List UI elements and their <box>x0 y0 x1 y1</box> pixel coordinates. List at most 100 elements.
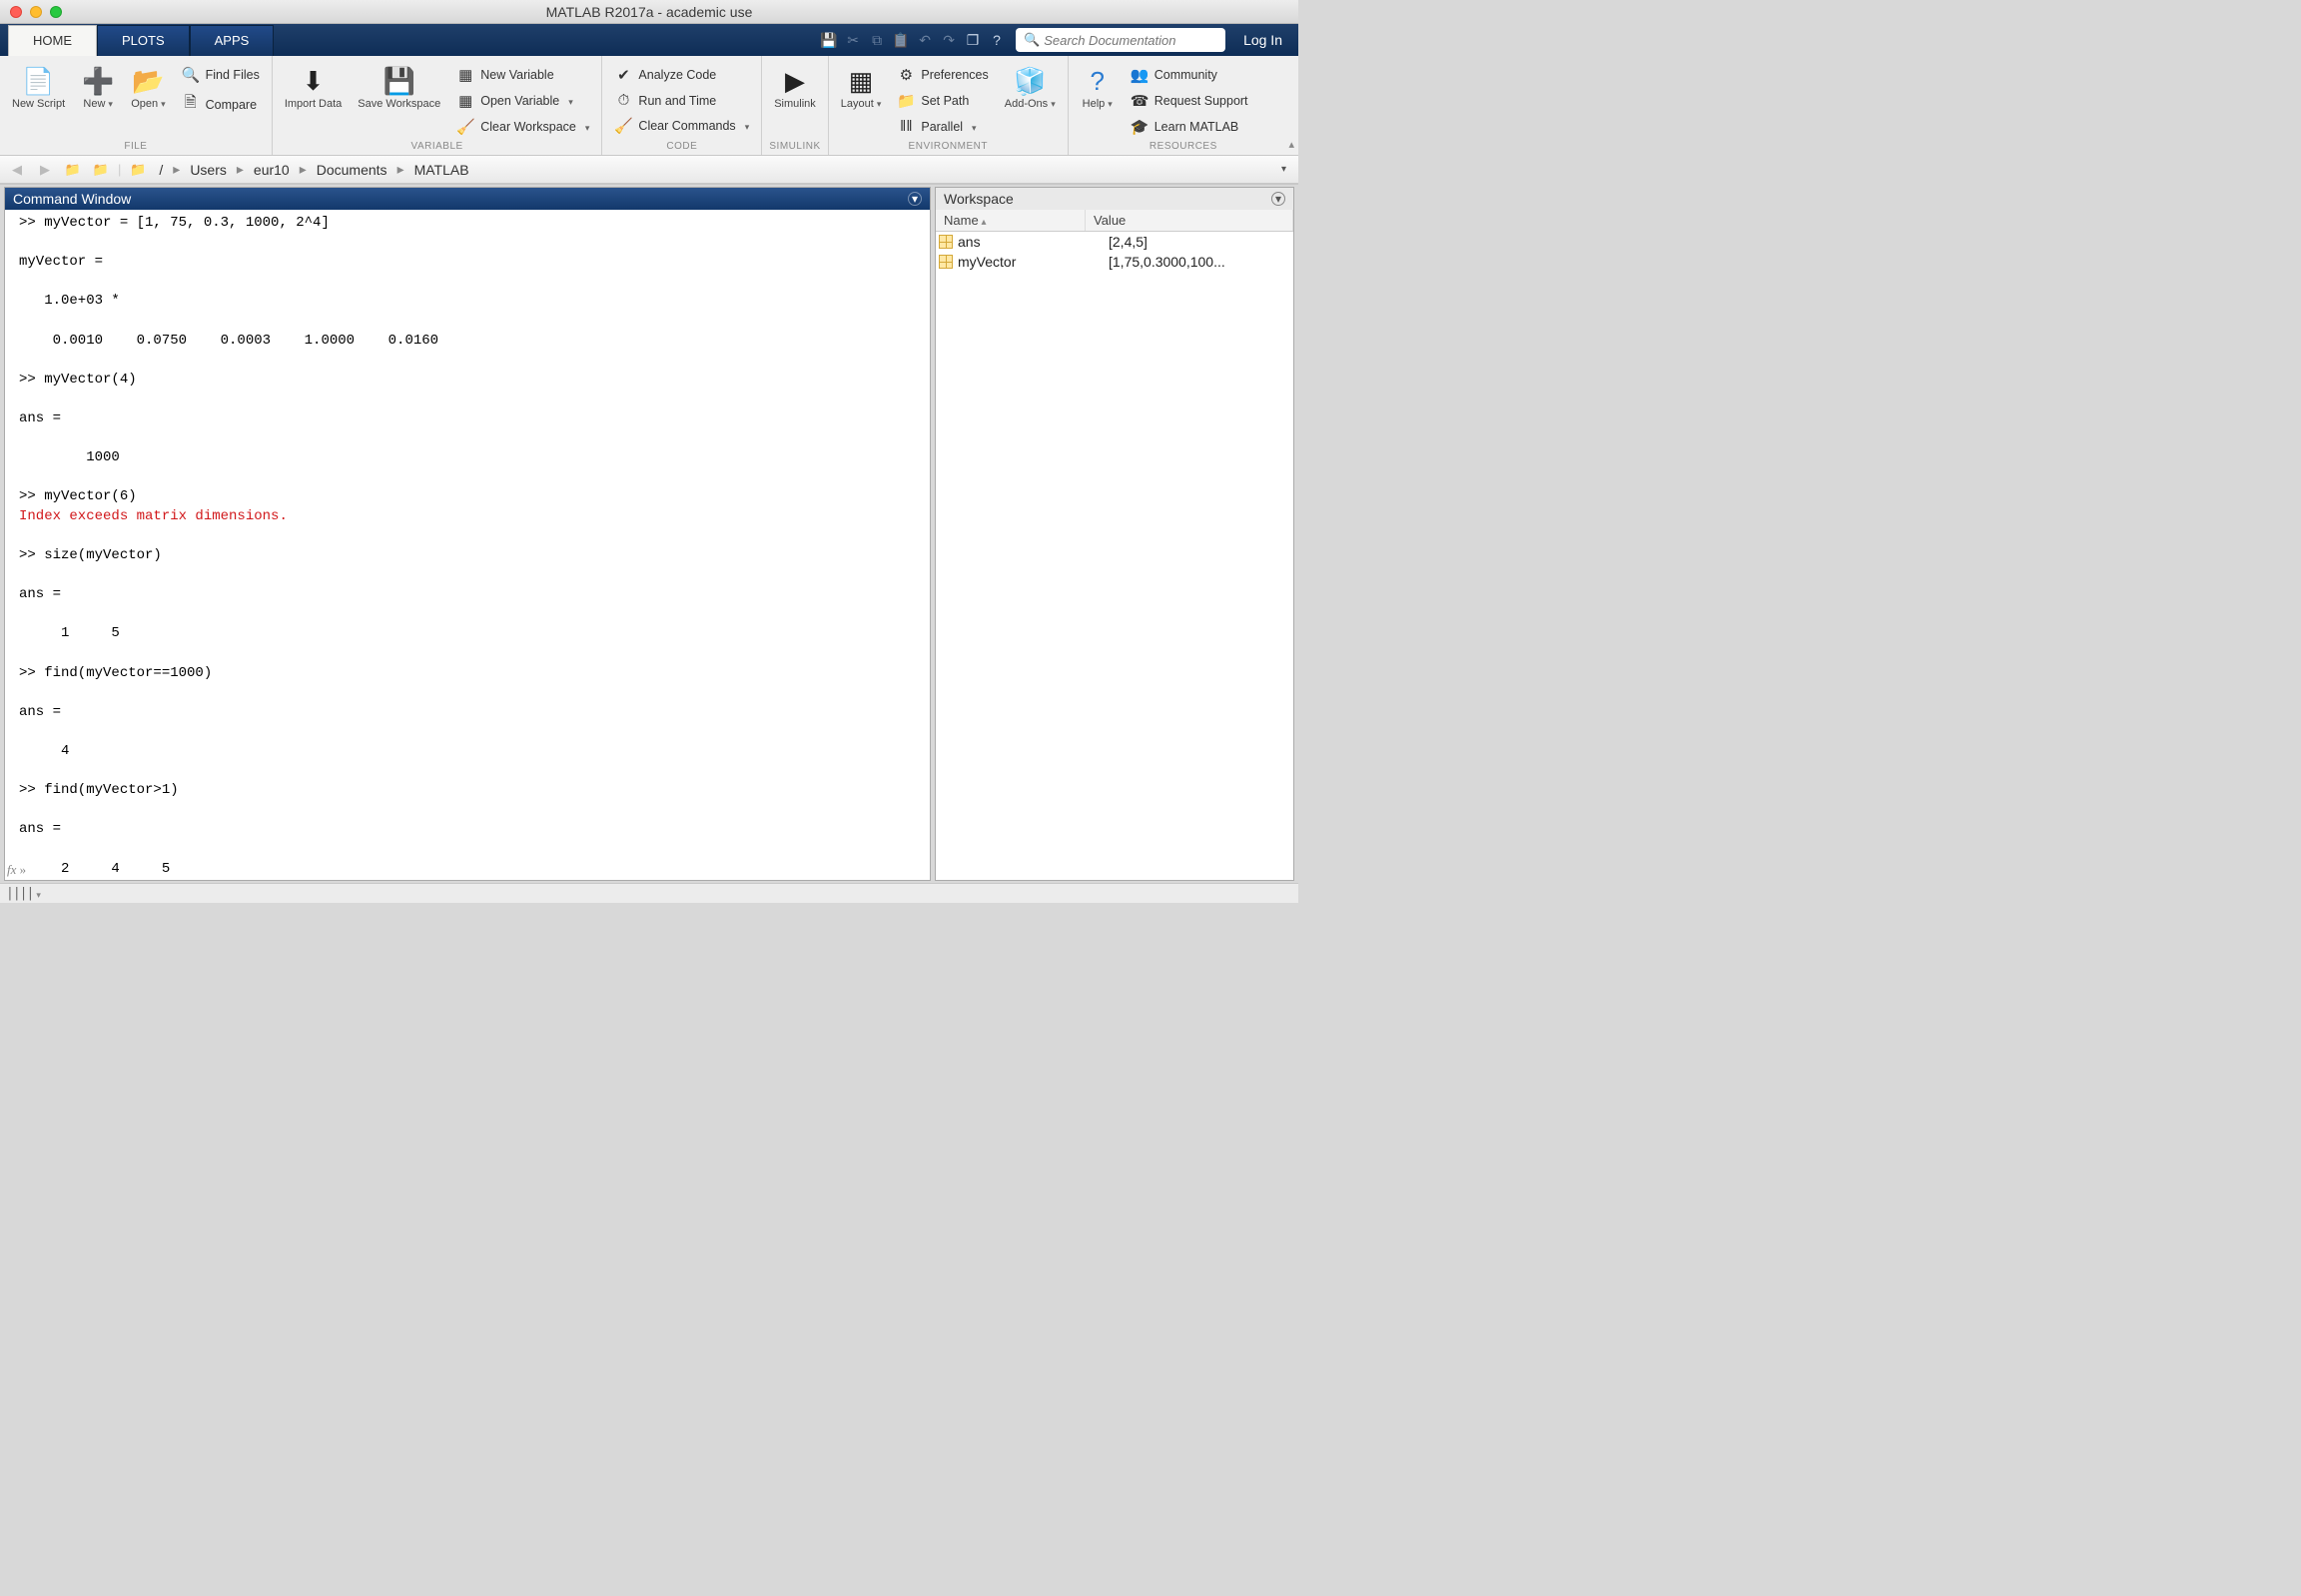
compare-icon: 🗎 <box>182 92 200 117</box>
new-variable-icon: ▦ <box>456 66 474 84</box>
copy-icon[interactable]: ⧉ <box>866 29 888 51</box>
panel-menu-icon[interactable]: ▾ <box>1271 192 1285 206</box>
command-window-panel: Command Window ▾ >> myVector = [1, 75, 0… <box>4 187 931 881</box>
run-and-time-button[interactable]: ⏱ Run and Time <box>608 90 755 111</box>
ribbon: 📄 New Script ➕ New 📂 Open 🔍 Find Files 🗎… <box>0 56 1298 156</box>
crumb-matlab[interactable]: MATLAB <box>410 160 473 180</box>
group-file: 📄 New Script ➕ New 📂 Open 🔍 Find Files 🗎… <box>0 56 273 155</box>
window-title: MATLAB R2017a - academic use <box>0 4 1298 20</box>
variable-value: [1,75,0.3000,100... <box>1101 254 1293 270</box>
group-code: ✔ Analyze Code ⏱ Run and Time 🧹 Clear Co… <box>602 56 762 155</box>
new-button[interactable]: ➕ New <box>75 60 121 114</box>
clear-workspace-button[interactable]: 🧹 Clear Workspace <box>450 116 595 138</box>
parallel-button[interactable]: ‖‖ Parallel <box>891 116 994 137</box>
open-variable-button[interactable]: ▦ Open Variable <box>450 90 595 112</box>
variable-icon <box>936 234 956 250</box>
community-button[interactable]: 👥 Community <box>1125 64 1254 86</box>
layout-button[interactable]: ▦ Layout <box>835 60 888 114</box>
crumb-user[interactable]: eur10 <box>250 160 294 180</box>
paste-icon[interactable]: 📋 <box>890 29 912 51</box>
panel-menu-icon[interactable]: ▾ <box>908 192 922 206</box>
find-files-button[interactable]: 🔍 Find Files <box>176 64 266 86</box>
help-quick-icon[interactable]: ? <box>986 29 1008 51</box>
group-label-code: CODE <box>608 138 755 155</box>
path-toolbar: ◀ ▶ 📁 📁 | 📁 /▸ Users▸ eur10▸ Documents▸ … <box>0 156 1298 184</box>
clear-commands-button[interactable]: 🧹 Clear Commands <box>608 115 755 137</box>
preferences-button[interactable]: ⚙ Preferences <box>891 64 994 86</box>
search-input[interactable] <box>1044 33 1217 48</box>
open-folder-icon: 📂 <box>132 64 164 98</box>
tab-home[interactable]: HOME <box>8 25 97 56</box>
login-button[interactable]: Log In <box>1233 32 1292 48</box>
open-variable-icon: ▦ <box>456 92 474 110</box>
learn-matlab-button[interactable]: 🎓 Learn MATLAB <box>1125 116 1254 138</box>
simulink-icon: ▶ <box>785 64 805 98</box>
fx-prompt-icon[interactable]: fx » <box>7 862 26 878</box>
browse-folder-button[interactable]: 📁 <box>90 159 112 181</box>
support-icon: ☎ <box>1131 92 1149 110</box>
addons-button[interactable]: 🧊 Add-Ons <box>999 60 1062 114</box>
group-variable: ⬇ Import Data 💾 Save Workspace ▦ New Var… <box>273 56 603 155</box>
col-value[interactable]: Value <box>1086 210 1293 231</box>
workspace-title[interactable]: Workspace ▾ <box>936 188 1293 210</box>
tab-plots[interactable]: PLOTS <box>97 25 190 56</box>
crumb-users[interactable]: Users <box>186 160 231 180</box>
save-workspace-button[interactable]: 💾 Save Workspace <box>352 60 446 114</box>
help-icon: ? <box>1090 64 1104 98</box>
community-icon: 👥 <box>1131 66 1149 84</box>
group-environment: ▦ Layout ⚙ Preferences 📁 Set Path ‖‖ Par… <box>829 56 1069 155</box>
search-documentation[interactable]: 🔍 <box>1016 28 1225 52</box>
up-folder-button[interactable]: 📁 <box>62 159 84 181</box>
layout-icon: ▦ <box>849 64 874 98</box>
simulink-button[interactable]: ▶ Simulink <box>768 60 822 114</box>
addons-icon: 🧊 <box>1014 64 1046 98</box>
redo-icon[interactable]: ↷ <box>938 29 960 51</box>
compare-button[interactable]: 🗎 Compare <box>176 90 266 119</box>
variable-name: ans <box>956 234 1101 250</box>
switch-windows-icon[interactable]: ❐ <box>962 29 984 51</box>
command-window-body[interactable]: >> myVector = [1, 75, 0.3, 1000, 2^4] my… <box>5 210 930 880</box>
workspace-row[interactable]: myVector[1,75,0.3000,100... <box>936 252 1293 272</box>
path-icon: 📁 <box>897 92 915 110</box>
analyze-icon: ✔ <box>614 66 632 84</box>
crumb-root[interactable]: / <box>155 160 167 180</box>
tab-apps[interactable]: APPS <box>190 25 275 56</box>
mac-titlebar: MATLAB R2017a - academic use <box>0 0 1298 24</box>
import-icon: ⬇ <box>303 64 325 98</box>
new-script-button[interactable]: 📄 New Script <box>6 60 71 114</box>
parallel-icon: ‖‖ <box>897 118 915 135</box>
workspace-row[interactable]: ans[2,4,5] <box>936 232 1293 252</box>
main-area: Command Window ▾ >> myVector = [1, 75, 0… <box>0 184 1298 883</box>
quick-access-toolbar: 💾 ✂ ⧉ 📋 ↶ ↷ ❐ ? 🔍 Log In <box>818 27 1292 53</box>
breadcrumb: /▸ Users▸ eur10▸ Documents▸ MATLAB <box>155 160 472 180</box>
command-window-title[interactable]: Command Window ▾ <box>5 188 930 210</box>
undo-icon[interactable]: ↶ <box>914 29 936 51</box>
path-dropdown-icon[interactable]: ▾ <box>1275 164 1292 175</box>
analyze-code-button[interactable]: ✔ Analyze Code <box>608 64 755 86</box>
forward-button[interactable]: ▶ <box>34 159 56 181</box>
current-folder-icon[interactable]: 📁 <box>127 159 149 181</box>
save-quick-icon[interactable]: 💾 <box>818 29 840 51</box>
group-label-environment: ENVIRONMENT <box>835 138 1062 155</box>
crumb-documents[interactable]: Documents <box>313 160 391 180</box>
new-variable-button[interactable]: ▦ New Variable <box>450 64 595 86</box>
import-data-button[interactable]: ⬇ Import Data <box>279 60 348 114</box>
search-icon: 🔍 <box>1024 32 1040 48</box>
learn-icon: 🎓 <box>1131 118 1149 136</box>
workspace-header: Name Value <box>936 210 1293 232</box>
request-support-button[interactable]: ☎ Request Support <box>1125 90 1254 112</box>
workspace-panel: Workspace ▾ Name Value ans[2,4,5]myVecto… <box>935 187 1294 881</box>
clear-commands-icon: 🧹 <box>614 117 632 135</box>
set-path-button[interactable]: 📁 Set Path <box>891 90 994 112</box>
open-button[interactable]: 📂 Open <box>125 60 171 114</box>
workspace-rows: ans[2,4,5]myVector[1,75,0.3000,100... <box>936 232 1293 272</box>
command-window-text[interactable]: >> myVector = [1, 75, 0.3, 1000, 2^4] my… <box>5 210 930 880</box>
back-button[interactable]: ◀ <box>6 159 28 181</box>
help-button[interactable]: ? Help <box>1075 60 1121 114</box>
group-label-file: FILE <box>6 138 266 155</box>
col-name[interactable]: Name <box>936 210 1086 231</box>
ribbon-collapse-icon[interactable]: ▴ <box>1288 138 1294 151</box>
new-script-icon: 📄 <box>22 64 54 98</box>
status-menu-icon[interactable] <box>33 886 41 901</box>
cut-icon[interactable]: ✂ <box>842 29 864 51</box>
